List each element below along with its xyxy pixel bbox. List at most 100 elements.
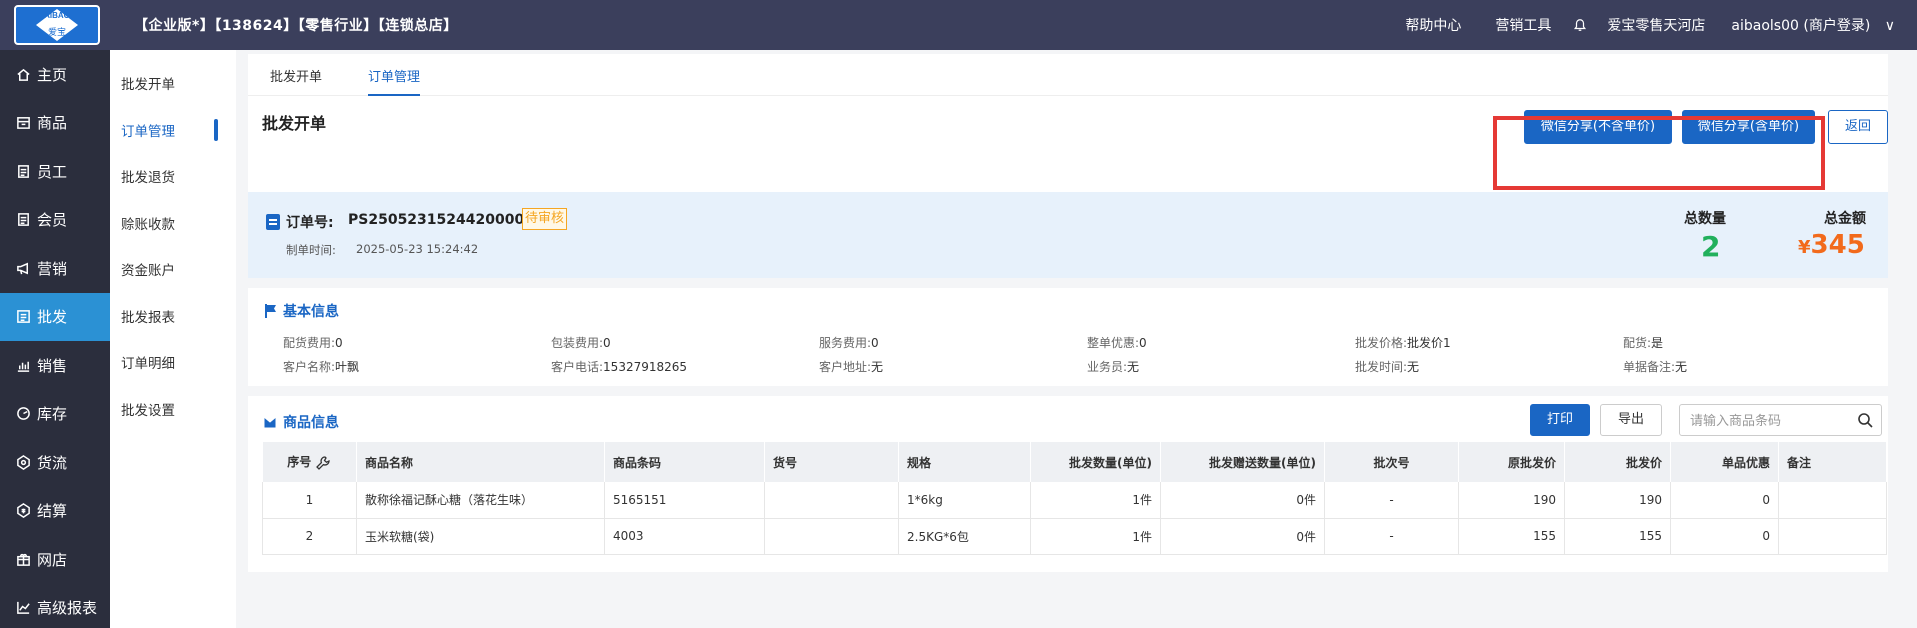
annotation-highlight-box bbox=[1493, 116, 1825, 190]
total-quantity-label: 总数量 bbox=[1684, 211, 1726, 227]
tab-create-order[interactable]: 批发开单 bbox=[270, 66, 322, 85]
sidebar-item-label: 员工 bbox=[37, 162, 68, 181]
page-tabs: 批发开单 订单管理 bbox=[248, 54, 1888, 96]
wrench-icon[interactable] bbox=[315, 455, 331, 471]
subnav-item-order-management[interactable]: 订单管理 bbox=[110, 107, 236, 154]
aibao-logo[interactable]: AIBAO 爱宝 bbox=[14, 5, 100, 45]
subnav-item-fund-account[interactable]: 资金账户 bbox=[110, 246, 236, 293]
info-wholesale-price: 批发价格:批发价1 bbox=[1355, 334, 1451, 351]
subnav-item-returns[interactable]: 批发退货 bbox=[110, 153, 236, 200]
logistics-icon bbox=[15, 454, 31, 470]
info-value: 无 bbox=[1675, 360, 1688, 374]
cell-gift-qty: 0件 bbox=[1160, 518, 1325, 555]
info-value: 0 bbox=[1139, 336, 1147, 350]
wholesale-subnav: 批发开单 订单管理 批发退货 赊账收款 资金账户 批发报表 订单明细 批发设置 bbox=[110, 50, 236, 628]
sidebar-item-products[interactable]: 商品 bbox=[0, 99, 110, 148]
sidebar-item-staff[interactable]: 员工 bbox=[0, 147, 110, 196]
total-amount: ¥345 bbox=[1798, 230, 1865, 260]
help-center-link[interactable]: 帮助中心 bbox=[1405, 15, 1461, 35]
info-value: 无 bbox=[1127, 360, 1140, 374]
cell-barcode: 4003 bbox=[604, 518, 765, 555]
info-packing-fee: 包装费用:0 bbox=[551, 334, 611, 351]
sidebar-item-inventory[interactable]: 库存 bbox=[0, 390, 110, 439]
sidebar-item-sales[interactable]: 销售 bbox=[0, 341, 110, 390]
print-button[interactable]: 打印 bbox=[1530, 404, 1590, 436]
info-customer-phone: 客户电话:15327918265 bbox=[551, 358, 687, 375]
info-customer-address: 客户地址:无 bbox=[819, 358, 883, 375]
sidebar-item-label: 高级报表 bbox=[37, 599, 98, 618]
basic-info-title: 基本信息 bbox=[262, 301, 339, 321]
cell-gift-qty: 0件 bbox=[1160, 482, 1325, 519]
info-remarks: 单据备注:无 bbox=[1623, 358, 1687, 375]
product-icon bbox=[15, 115, 31, 131]
sidebar-item-wholesale[interactable]: 批发 bbox=[0, 292, 110, 341]
page-title: 批发开单 bbox=[262, 114, 327, 133]
tab-order-management[interactable]: 订单管理 bbox=[368, 66, 421, 96]
goods-info-title-text: 商品信息 bbox=[283, 415, 339, 431]
sidebar-item-label: 库存 bbox=[37, 405, 68, 424]
basic-info-title-text: 基本信息 bbox=[283, 304, 339, 320]
goods-info-section: 商品信息 打印 导出 序号 商品名称 商品条码 货号 规格 批发数量(单位) 批… bbox=[248, 396, 1888, 572]
inventory-icon bbox=[15, 406, 31, 422]
order-number-label: 订单号: bbox=[286, 215, 334, 231]
subnav-item-wholesale-report[interactable]: 批发报表 bbox=[110, 293, 236, 340]
chevron-down-icon: ∨ bbox=[1884, 18, 1895, 34]
column-header-gift-qty: 批发赠送数量(单位) bbox=[1160, 442, 1325, 482]
info-value: 叶飘 bbox=[335, 360, 360, 374]
store-selector[interactable]: 爱宝零售天河店 bbox=[1607, 15, 1705, 35]
cell-item-no bbox=[764, 518, 899, 555]
info-label: 服务费用: bbox=[819, 336, 872, 350]
cell-qty: 1件 bbox=[1030, 482, 1161, 519]
sidebar-item-settlement[interactable]: 结算 bbox=[0, 487, 110, 536]
logo-subtext: 爱宝 bbox=[47, 28, 66, 38]
account-title: 【企业版*】【138624】【零售行业】【连锁总店】 bbox=[134, 18, 458, 34]
sidebar-item-marketing[interactable]: 营销 bbox=[0, 244, 110, 293]
sidebar-item-label: 网店 bbox=[37, 550, 68, 569]
export-button[interactable]: 导出 bbox=[1600, 404, 1662, 436]
sidebar-item-home[interactable]: 主页 bbox=[0, 50, 110, 99]
sidebar-item-online-shop[interactable]: 网店 bbox=[0, 535, 110, 584]
created-time: 2025-05-23 15:24:42 bbox=[356, 242, 479, 256]
info-value: 15327918265 bbox=[603, 360, 688, 374]
subnav-item-create-order[interactable]: 批发开单 bbox=[110, 60, 236, 107]
cell-spec: 1*6kg bbox=[898, 482, 1031, 519]
column-header-price: 批发价 bbox=[1564, 442, 1671, 482]
staff-icon bbox=[15, 163, 31, 179]
sidebar-item-members[interactable]: 会员 bbox=[0, 196, 110, 245]
cell-name: 散称徐福记酥心糖（落花生味） bbox=[356, 482, 605, 519]
table-row[interactable]: 1 散称徐福记酥心糖（落花生味） 5165151 1*6kg 1件 0件 - 1… bbox=[262, 482, 1887, 519]
search-icon[interactable] bbox=[1857, 412, 1873, 428]
column-header-barcode: 商品条码 bbox=[604, 442, 765, 482]
info-value: 无 bbox=[1407, 360, 1420, 374]
subnav-item-credit-collection[interactable]: 赊账收款 bbox=[110, 200, 236, 247]
info-delivery: 配货:是 bbox=[1623, 334, 1663, 351]
sales-icon bbox=[15, 357, 31, 373]
sidebar-item-logistics[interactable]: 货流 bbox=[0, 438, 110, 487]
user-name: aibaols00 (商户登录) bbox=[1731, 18, 1871, 34]
document-icon bbox=[266, 214, 280, 230]
cell-name: 玉米软糖(袋) bbox=[356, 518, 605, 555]
table-row[interactable]: 2 玉米软糖(袋) 4003 2.5KG*6包 1件 0件 - 155 155 … bbox=[262, 518, 1887, 555]
currency-symbol: ¥ bbox=[1798, 237, 1811, 258]
sidebar-item-label: 销售 bbox=[37, 356, 68, 375]
subnav-item-settings[interactable]: 批发设置 bbox=[110, 386, 236, 433]
user-menu[interactable]: aibaols00 (商户登录) ∨ bbox=[1731, 15, 1895, 35]
report-icon bbox=[15, 600, 31, 616]
info-value: 0 bbox=[335, 336, 343, 350]
cell-batch: - bbox=[1324, 482, 1459, 519]
sidebar-item-label: 主页 bbox=[37, 65, 68, 84]
package-icon bbox=[263, 416, 277, 429]
info-label: 单据备注: bbox=[1623, 360, 1676, 374]
back-button[interactable]: 返回 bbox=[1828, 110, 1888, 144]
subnav-item-order-details[interactable]: 订单明细 bbox=[110, 339, 236, 386]
cell-discount: 0 bbox=[1670, 482, 1779, 519]
marketing-icon bbox=[15, 260, 31, 276]
column-header-spec: 规格 bbox=[898, 442, 1031, 482]
info-service-fee: 服务费用:0 bbox=[819, 334, 879, 351]
barcode-search-input[interactable] bbox=[1690, 411, 1850, 431]
info-label: 客户名称: bbox=[283, 360, 336, 374]
sidebar-item-advanced-reports[interactable]: 高级报表 bbox=[0, 584, 110, 628]
cell-index: 2 bbox=[262, 518, 357, 555]
marketing-tools-link[interactable]: 营销工具 bbox=[1495, 15, 1551, 35]
bell-icon[interactable] bbox=[1573, 18, 1587, 32]
